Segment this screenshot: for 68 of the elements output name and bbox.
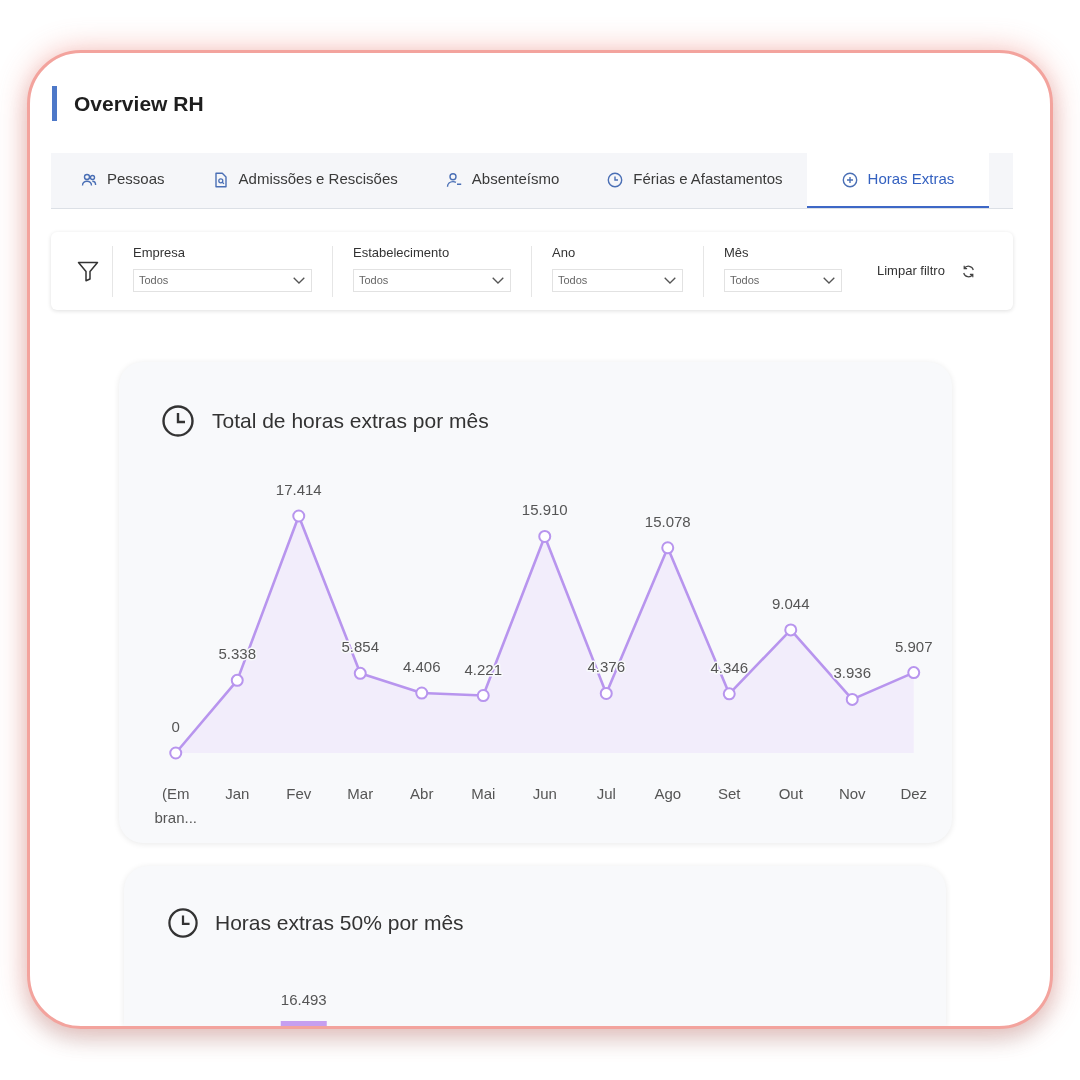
- clock-icon: [607, 171, 624, 188]
- axis-label: (Em bran...: [153, 784, 198, 828]
- data-point: [784, 623, 798, 637]
- clear-filter-button[interactable]: Limpar filtro: [877, 261, 975, 281]
- data-label: 4.376: [587, 658, 625, 676]
- data-label: 5.907: [895, 637, 933, 655]
- document-search-icon: [212, 171, 229, 188]
- axis-label: Jan: [224, 784, 251, 804]
- dropdown[interactable]: Todos: [552, 268, 683, 292]
- filter-label: Mês: [724, 245, 750, 260]
- data-label: 3.936: [833, 664, 871, 682]
- tab[interactable]: Horas Extras: [806, 153, 990, 208]
- axis-label: Set: [717, 784, 742, 804]
- axis-label: Nov: [837, 784, 867, 804]
- clock-icon: [162, 405, 194, 437]
- refresh-icon: [961, 264, 975, 278]
- data-label: 0: [171, 718, 180, 735]
- chevron-down-icon: [823, 276, 835, 284]
- data-label: 15.910: [521, 501, 568, 519]
- tab[interactable]: Férias e Afastamentos: [583, 153, 807, 208]
- filter-label: Empresa: [133, 245, 187, 260]
- data-point: [661, 541, 675, 555]
- axis-label: Mai: [470, 784, 497, 804]
- data-label: 4.406: [403, 658, 441, 676]
- chevron-down-icon: [293, 276, 305, 284]
- data-point: [538, 529, 552, 543]
- axis-label: Out: [777, 784, 804, 804]
- filter-label: Ano: [552, 245, 577, 260]
- chevron-down-icon: [492, 276, 504, 284]
- dropdown[interactable]: Todos: [724, 268, 842, 292]
- data-label: 16.493: [280, 991, 327, 1008]
- dropdown[interactable]: Todos: [133, 268, 312, 292]
- tab[interactable]: Absenteísmo: [421, 153, 584, 208]
- chart-title: Total de horas extras por mês: [212, 408, 489, 434]
- data-point: [722, 687, 736, 701]
- axis-label: Ago: [653, 784, 683, 804]
- data-point: [845, 692, 859, 706]
- chevron-down-icon: [664, 276, 676, 284]
- axis-label: Mar: [346, 784, 375, 804]
- dropdown[interactable]: Todos: [353, 268, 511, 292]
- data-label: 17.414: [275, 481, 322, 498]
- data-point: [415, 686, 429, 700]
- filter-icon: [77, 260, 99, 282]
- data-point: [353, 666, 367, 680]
- data-point: [292, 509, 306, 523]
- data-point: [599, 686, 613, 700]
- bar: [280, 1021, 327, 1026]
- chart-title: Horas extras 50% por mês: [215, 910, 464, 936]
- data-point: [476, 689, 490, 703]
- data-point: [907, 666, 921, 680]
- filter-label: Estabelecimento: [353, 245, 451, 260]
- data-label: 9.044: [772, 594, 810, 612]
- axis-label: Fev: [285, 784, 313, 804]
- data-label: 15.078: [644, 512, 691, 530]
- people-icon: [81, 171, 97, 188]
- person-minus-icon: [445, 171, 462, 188]
- clock-icon: [168, 908, 198, 938]
- title-accent-bar: [52, 86, 57, 121]
- axis-label: Jun: [531, 784, 558, 804]
- tab[interactable]: Pessoas: [57, 153, 189, 208]
- data-point: [169, 746, 183, 760]
- page-title: Overview RH: [74, 90, 204, 117]
- plus-circle-icon: [841, 171, 858, 188]
- data-point: [230, 673, 244, 687]
- axis-label: Dez: [899, 784, 929, 804]
- axis-label: Abr: [409, 784, 435, 804]
- tab[interactable]: Admissões e Rescisões: [188, 153, 422, 208]
- axis-label: Jul: [595, 784, 617, 804]
